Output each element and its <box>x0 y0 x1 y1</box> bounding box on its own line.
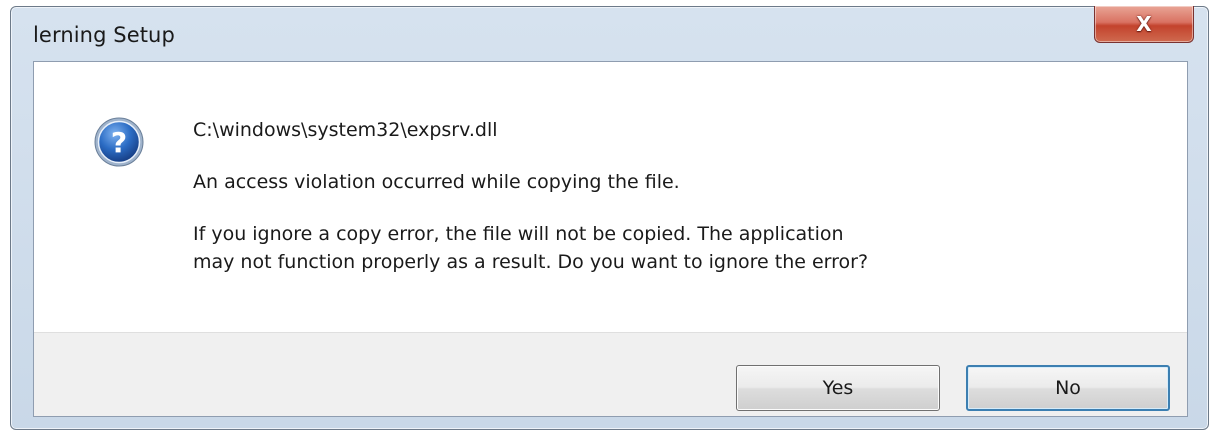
question-line-2: may not function properly as a result. D… <box>193 251 869 273</box>
close-icon: X <box>1136 12 1152 36</box>
svg-text:?: ? <box>111 126 127 159</box>
yes-button[interactable]: Yes <box>736 365 940 411</box>
question-icon: ? <box>94 117 144 167</box>
close-button[interactable]: X <box>1094 6 1194 43</box>
error-message-text: An access violation occurred while copyi… <box>193 171 680 193</box>
dialog-window: lerning Setup X ? C:\windows\system32\ex… <box>10 6 1209 430</box>
message-area: ? C:\windows\system32\expsrv.dll An acce… <box>34 62 1187 332</box>
file-path-text: C:\windows\system32\expsrv.dll <box>193 119 498 141</box>
no-button[interactable]: No <box>966 365 1170 411</box>
dialog-body: ? C:\windows\system32\expsrv.dll An acce… <box>33 61 1188 417</box>
title-bar: lerning Setup X <box>11 6 1208 61</box>
window-title: lerning Setup <box>33 23 175 47</box>
question-line-1: If you ignore a copy error, the file wil… <box>193 223 844 245</box>
button-bar: Yes No <box>34 332 1187 416</box>
message-text: C:\windows\system32\expsrv.dll An access… <box>193 116 1157 276</box>
